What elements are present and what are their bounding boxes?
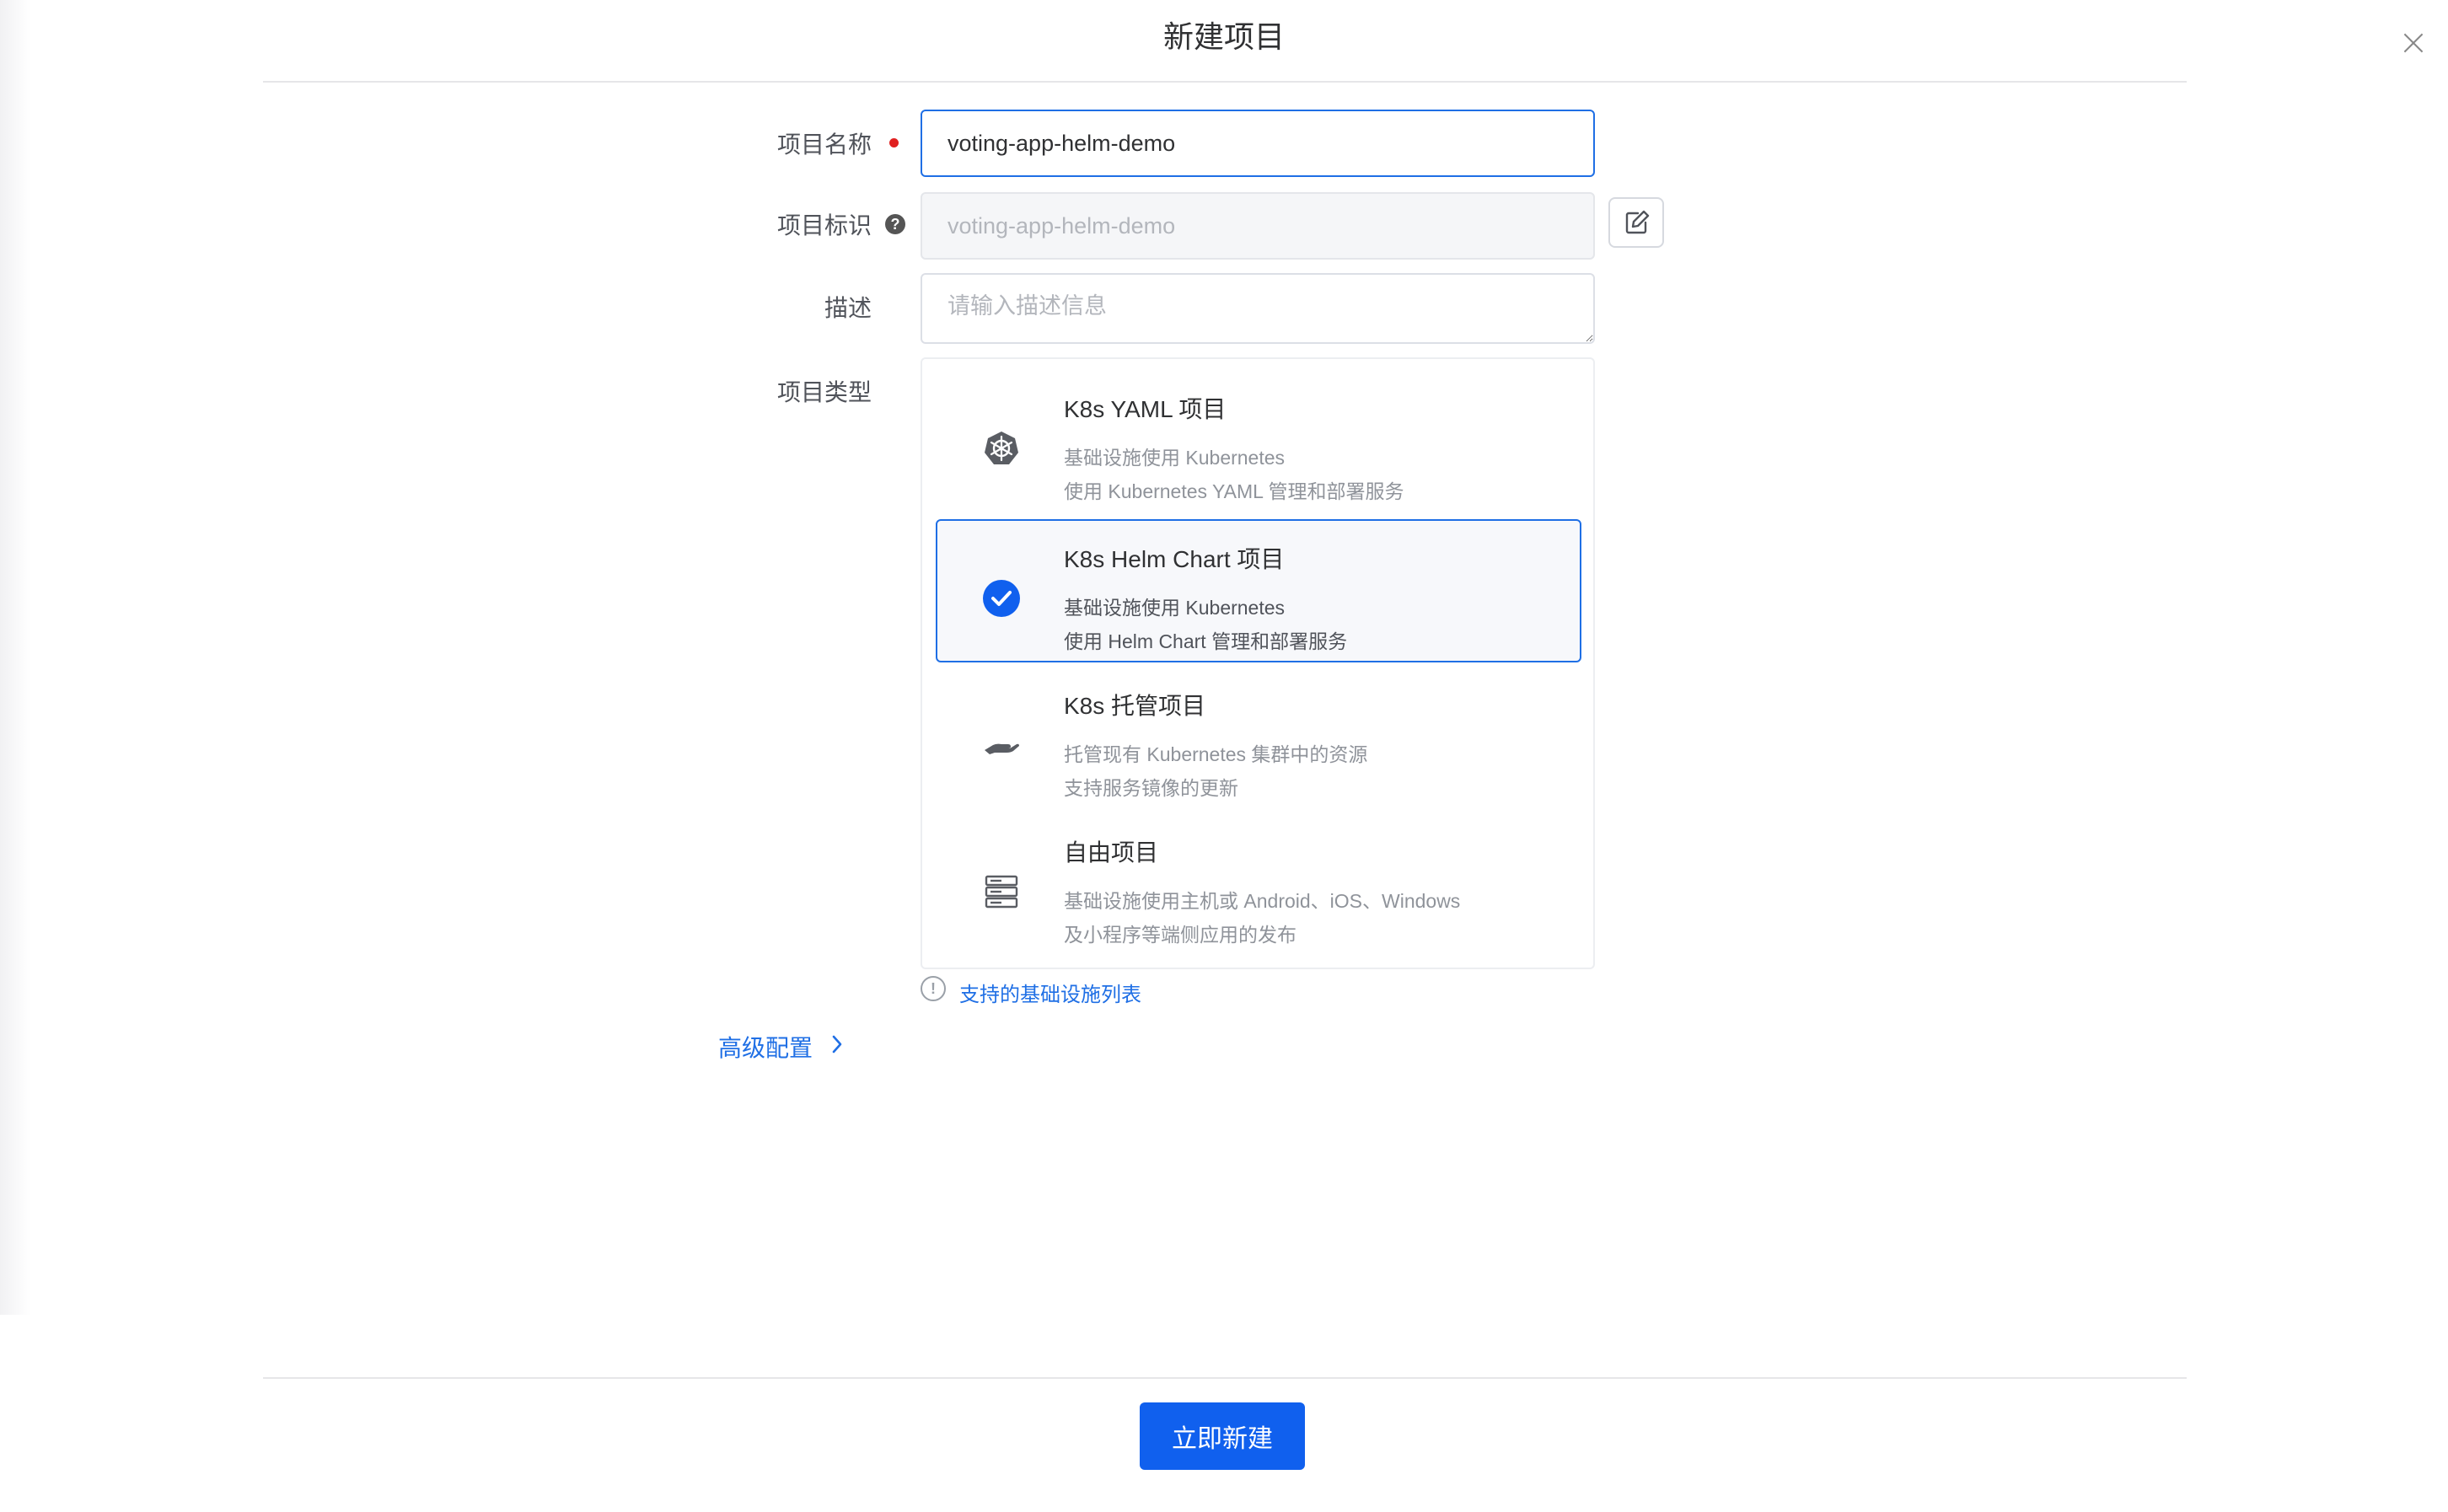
server-icon: [985, 875, 1018, 909]
type-title: K8s YAML 项目: [1064, 396, 1227, 422]
type-desc-line1: 基础设施使用主机或 Android、iOS、Windows: [1064, 890, 1461, 912]
type-desc-line2: 使用 Helm Chart 管理和部署服务: [1064, 630, 1348, 652]
type-title: 自由项目: [1064, 839, 1159, 866]
project-type-free[interactable]: 自由项目 基础设施使用主机或 Android、iOS、Windows 及小程序等…: [936, 812, 1581, 956]
infrastructure-list-link[interactable]: 支持的基础设施列表: [959, 978, 1141, 1007]
info-circle-icon: !: [921, 976, 946, 1001]
chevron-right-icon[interactable]: [824, 1032, 850, 1057]
type-title: K8s Helm Chart 项目: [1064, 546, 1285, 572]
advanced-config-link[interactable]: 高级配置: [718, 1030, 813, 1064]
dialog-title: 新建项目: [1162, 19, 1285, 54]
footer-divider: [263, 1377, 2187, 1379]
description-label: 描述: [824, 295, 872, 321]
type-desc-line1: 托管现有 Kubernetes 集群中的资源: [1064, 743, 1368, 765]
project-name-label: 项目名称: [776, 131, 872, 158]
hand-icon: [985, 743, 1019, 754]
create-now-button[interactable]: 立即新建: [1140, 1402, 1305, 1470]
question-circle-icon[interactable]: ?: [885, 214, 905, 234]
header-divider: [263, 81, 2187, 83]
project-name-input[interactable]: [921, 110, 1595, 177]
project-type-label: 项目类型: [776, 379, 872, 405]
type-desc-line2: 使用 Kubernetes YAML 管理和部署服务: [1064, 480, 1404, 502]
edit-identifier-button[interactable]: [1608, 197, 1664, 248]
project-type-k8s-yaml[interactable]: K8s YAML 项目 基础设施使用 Kubernetes 使用 Kuberne…: [936, 369, 1581, 512]
close-icon[interactable]: [2399, 29, 2428, 57]
project-type-k8s-helm[interactable]: K8s Helm Chart 项目 基础设施使用 Kubernetes 使用 H…: [936, 519, 1581, 662]
kubernetes-icon: [985, 432, 1018, 464]
project-type-list: K8s YAML 项目 基础设施使用 Kubernetes 使用 Kuberne…: [921, 357, 1595, 969]
required-indicator: [889, 138, 899, 147]
check-circle-icon: [983, 580, 1020, 617]
project-type-k8s-hosted[interactable]: K8s 托管项目 托管现有 Kubernetes 集群中的资源 支持服务镜像的更…: [936, 666, 1581, 809]
page-shadow: [0, 0, 30, 1315]
type-desc-line1: 基础设施使用 Kubernetes: [1064, 597, 1286, 619]
edit-icon: [1625, 210, 1650, 234]
type-title: K8s 托管项目: [1064, 693, 1206, 719]
type-desc-line2: 支持服务镜像的更新: [1064, 777, 1238, 799]
type-desc-line2: 及小程序等端侧应用的发布: [1064, 924, 1296, 946]
description-textarea[interactable]: [921, 273, 1595, 344]
type-desc-line1: 基础设施使用 Kubernetes: [1064, 447, 1286, 469]
project-identifier-label: 项目标识: [776, 212, 872, 239]
project-identifier-input[interactable]: [921, 192, 1595, 260]
